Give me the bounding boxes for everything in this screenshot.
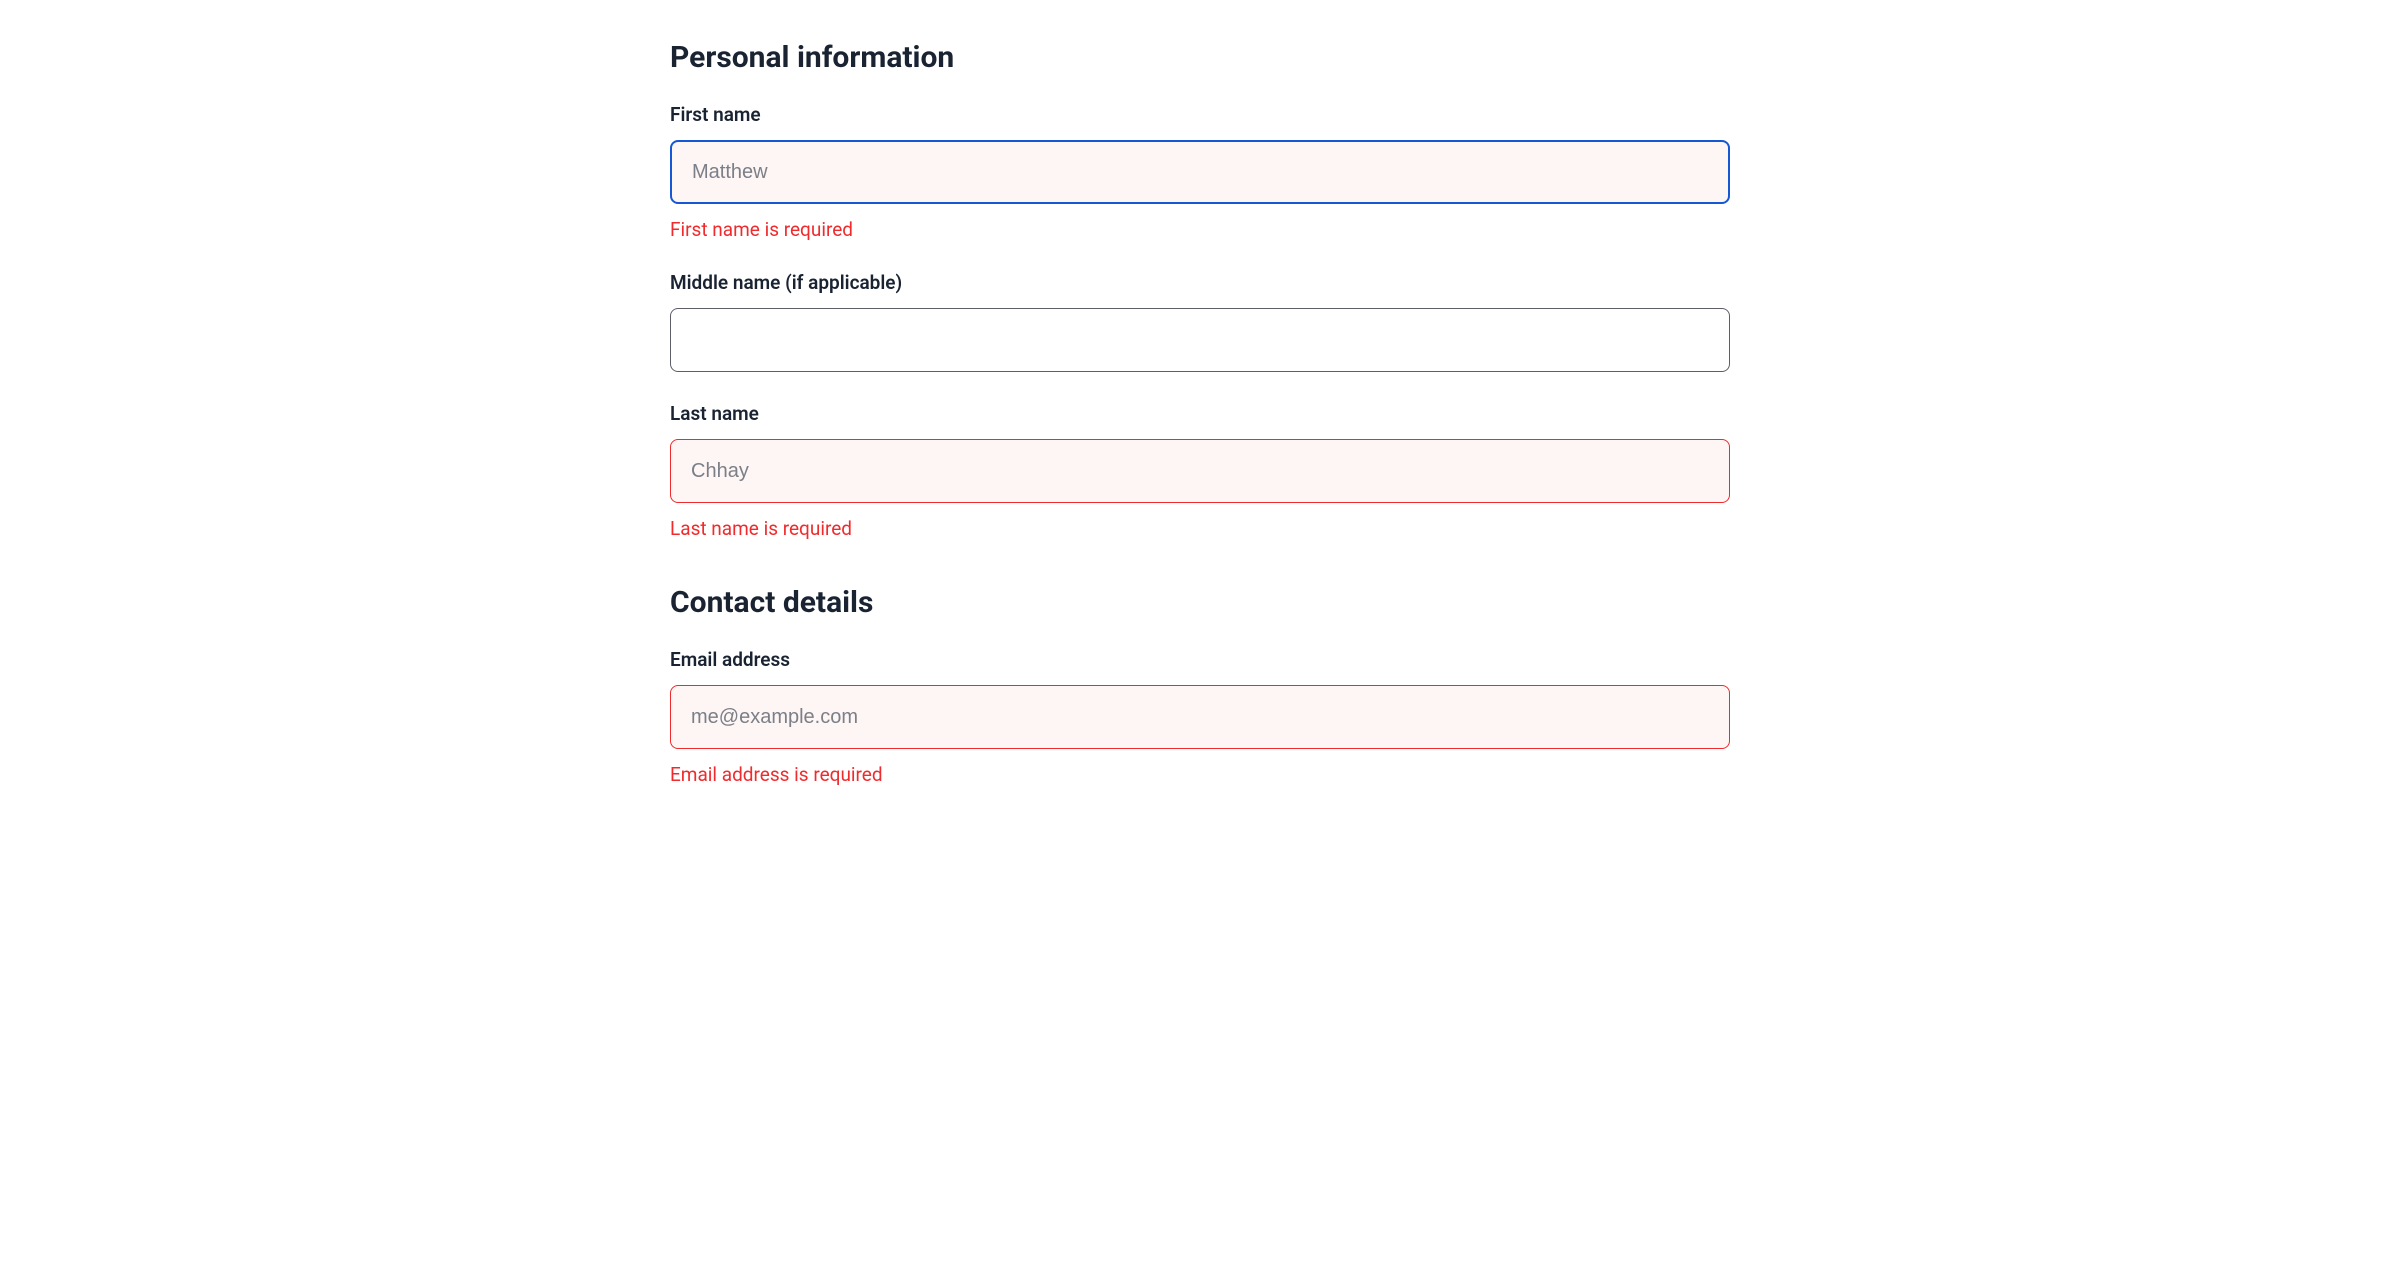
form-container: Personal information First name First na… [650, 40, 1750, 786]
email-field: Email address Email address is required [670, 648, 1730, 786]
personal-heading: Personal information [670, 40, 1730, 75]
first-name-error: First name is required [670, 218, 1730, 241]
last-name-input[interactable] [670, 439, 1730, 503]
middle-name-field: Middle name (if applicable) [670, 271, 1730, 372]
last-name-error: Last name is required [670, 517, 1730, 540]
first-name-field: First name First name is required [670, 103, 1730, 241]
middle-name-input[interactable] [670, 308, 1730, 372]
email-label: Email address [670, 648, 1730, 671]
last-name-label: Last name [670, 402, 1730, 425]
contact-heading: Contact details [670, 585, 1730, 620]
contact-details-section: Contact details Email address Email addr… [670, 585, 1730, 786]
middle-name-label: Middle name (if applicable) [670, 271, 1730, 294]
email-error: Email address is required [670, 763, 1730, 786]
last-name-field: Last name Last name is required [670, 402, 1730, 540]
email-input[interactable] [670, 685, 1730, 749]
first-name-label: First name [670, 103, 1730, 126]
first-name-input[interactable] [670, 140, 1730, 204]
personal-information-section: Personal information First name First na… [670, 40, 1730, 540]
